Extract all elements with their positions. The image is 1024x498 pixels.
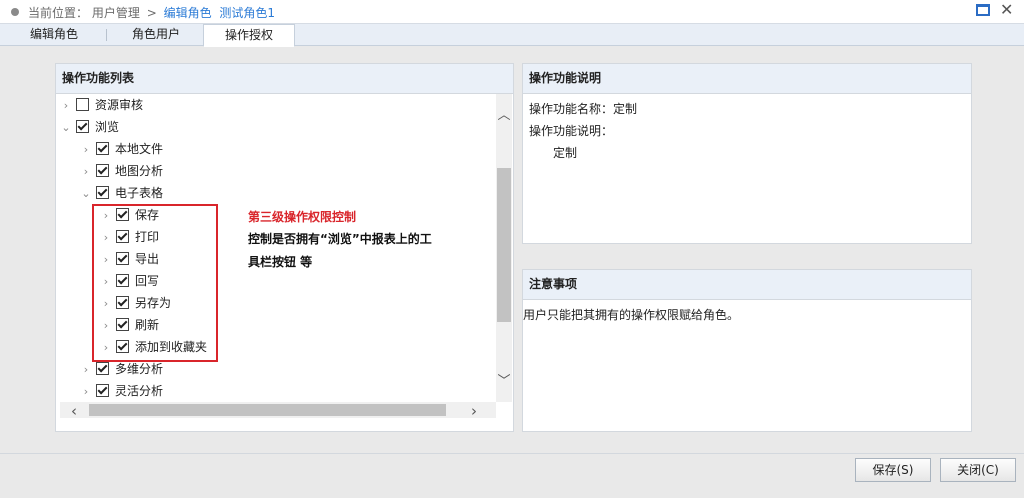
tree-node-resource-review[interactable]: › 资源审核 xyxy=(60,94,496,116)
annotation-text: 控制是否拥有“浏览”中报表上的工 具栏按钮 等 xyxy=(248,228,478,274)
close-button[interactable]: 关闭(C) xyxy=(940,458,1016,482)
scroll-down-icon[interactable]: ﹀ xyxy=(496,370,512,389)
breadcrumb-item-user-management[interactable]: 用户管理 xyxy=(92,6,140,20)
footer-divider xyxy=(0,453,1024,454)
checkbox[interactable] xyxy=(96,186,109,199)
save-button[interactable]: 保存(S) xyxy=(855,458,931,482)
highlight-box xyxy=(92,204,218,362)
tree-node-flexible-analysis[interactable]: › 灵活分析 xyxy=(60,380,496,402)
breadcrumb-prefix: 当前位置： xyxy=(28,6,89,20)
tree-node-browse[interactable]: ⌄ 浏览 xyxy=(60,116,496,138)
tree-node-label: 本地文件 xyxy=(115,142,164,156)
breadcrumb-item-role-name: 测试角色1 xyxy=(219,6,276,20)
annotation-line: 具栏按钮 等 xyxy=(248,255,313,269)
operation-description-panel: 操作功能说明 操作功能名称：定制 操作功能说明： 定制 xyxy=(522,63,972,244)
tree-node-label: 浏览 xyxy=(95,120,120,134)
tab-edit-role[interactable]: 编辑角色 xyxy=(4,24,104,46)
annotation-title: 第三级操作权限控制 xyxy=(248,210,357,224)
notes-text: 用户只能把其拥有的操作权限赋给角色。 xyxy=(523,308,740,322)
notes-title: 注意事项 xyxy=(523,270,971,300)
chevron-right-icon[interactable]: › xyxy=(80,139,92,161)
tab-role-users[interactable]: 角色用户 xyxy=(108,24,204,46)
checkbox[interactable] xyxy=(96,142,109,155)
operation-name: 操作功能名称：定制 xyxy=(529,102,638,116)
chevron-right-icon[interactable]: › xyxy=(60,95,72,117)
tree-node-label: 电子表格 xyxy=(115,186,164,200)
operation-desc-value: 定制 xyxy=(553,146,578,160)
tab-operation-auth[interactable]: 操作授权 xyxy=(203,24,295,47)
breadcrumb: 当前位置： 用户管理 > 编辑角色 测试角色1 xyxy=(28,4,275,21)
annotation-line: 控制是否拥有“浏览”中报表上的工 xyxy=(248,232,432,246)
breadcrumb-separator: > xyxy=(146,6,157,20)
scroll-right-icon[interactable]: › xyxy=(466,402,482,420)
operation-list-title: 操作功能列表 xyxy=(56,64,513,94)
maximize-icon[interactable] xyxy=(976,4,990,16)
scroll-left-icon[interactable]: ‹ xyxy=(66,402,82,420)
operation-description-body: 操作功能名称：定制 操作功能说明： 定制 xyxy=(523,94,971,168)
operation-desc-label: 操作功能说明： xyxy=(529,124,614,138)
tab-separator xyxy=(106,29,107,41)
tree-node-map-analysis[interactable]: › 地图分析 xyxy=(60,160,496,182)
breadcrumb-item-edit-role[interactable]: 编辑角色 xyxy=(164,6,212,20)
chevron-right-icon[interactable]: › xyxy=(80,359,92,381)
close-icon[interactable]: ✕ xyxy=(1000,0,1013,19)
notes-panel: 注意事项 用户只能把其拥有的操作权限赋给角色。 xyxy=(522,269,972,432)
tree-node-label: 多维分析 xyxy=(115,362,164,376)
horizontal-scroll-thumb[interactable] xyxy=(89,404,446,416)
tree-node-local-file[interactable]: › 本地文件 xyxy=(60,138,496,160)
checkbox[interactable] xyxy=(96,164,109,177)
scroll-up-icon[interactable]: ︿ xyxy=(496,104,512,123)
checkbox[interactable] xyxy=(96,362,109,375)
checkbox[interactable] xyxy=(76,120,89,133)
vertical-scroll-thumb[interactable] xyxy=(497,168,511,322)
checkbox[interactable] xyxy=(76,98,89,111)
chevron-down-icon[interactable]: ⌄ xyxy=(60,117,72,139)
tree-node-label: 地图分析 xyxy=(115,164,164,178)
tree-node-spreadsheet[interactable]: ⌄ 电子表格 xyxy=(60,182,496,204)
chevron-right-icon[interactable]: › xyxy=(80,381,92,402)
chevron-right-icon[interactable]: › xyxy=(80,161,92,183)
chevron-down-icon[interactable]: ⌄ xyxy=(80,183,92,205)
checkbox[interactable] xyxy=(96,384,109,397)
location-dot-icon xyxy=(11,8,19,16)
operation-description-title: 操作功能说明 xyxy=(523,64,971,94)
tree-node-label: 灵活分析 xyxy=(115,384,164,398)
tree-node-label: 资源审核 xyxy=(95,98,144,112)
